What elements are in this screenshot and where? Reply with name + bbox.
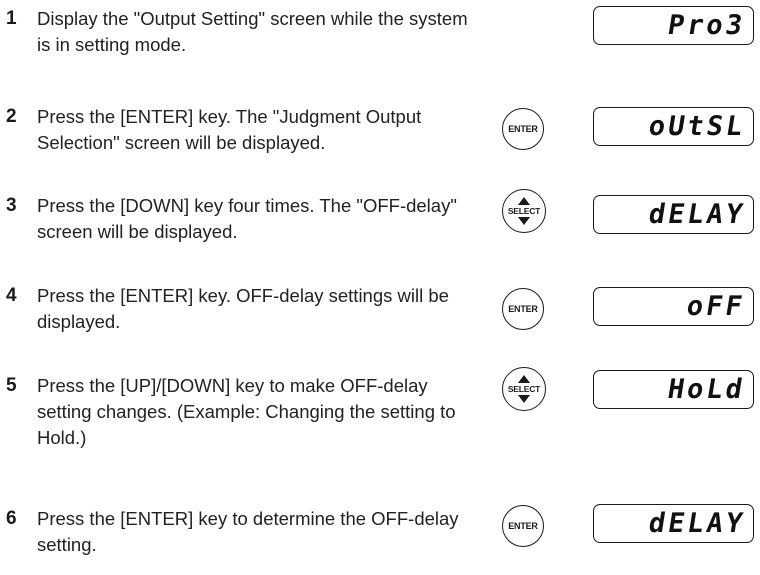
step-number: 3 (6, 195, 17, 216)
step-instruction: Press the [DOWN] key four times. The "OF… (37, 195, 457, 242)
key-label: ENTER (508, 304, 538, 314)
lcd-display-text: dELAY (646, 508, 748, 539)
step-instruction: Display the "Output Setting" screen whil… (37, 8, 468, 55)
step-number: 2 (6, 106, 17, 127)
lcd-display-text: Pro3 (665, 10, 748, 41)
key-label: ENTER (508, 521, 538, 531)
lcd-display-panel: HoLd (593, 370, 754, 409)
step-instruction: Press the [ENTER] key. OFF-delay setting… (37, 285, 449, 332)
step-number: 5 (6, 375, 17, 396)
up-arrow-icon (518, 197, 530, 205)
key-label: SELECT (507, 384, 541, 394)
down-arrow-icon (518, 217, 530, 225)
lcd-display-panel: dELAY (593, 195, 754, 234)
lcd-display-text: oFF (684, 291, 748, 322)
step-number: 1 (6, 8, 17, 29)
key-label: SELECT (507, 206, 541, 216)
step-instruction: Press the [ENTER] key to determine the O… (37, 508, 459, 555)
step-instruction: Press the [ENTER] key. The "Judgment Out… (37, 106, 422, 153)
step-instruction: Press the [UP]/[DOWN] key to make OFF-de… (37, 375, 456, 448)
down-arrow-icon (518, 395, 530, 403)
step-number: 4 (6, 285, 17, 306)
lcd-display-text: oUtSL (646, 111, 748, 142)
enter-key-icon: ENTER (502, 108, 544, 150)
select-key-icon: SELECT (502, 367, 546, 411)
enter-key-icon: ENTER (502, 288, 544, 330)
key-label: ENTER (508, 124, 538, 134)
lcd-display-panel: Pro3 (593, 6, 754, 45)
lcd-display-panel: dELAY (593, 504, 754, 543)
enter-key-icon: ENTER (502, 505, 544, 547)
lcd-display-panel: oFF (593, 287, 754, 326)
select-key-icon: SELECT (502, 189, 546, 233)
up-arrow-icon (518, 375, 530, 383)
lcd-display-text: HoLd (665, 374, 748, 405)
lcd-display-text: dELAY (646, 199, 748, 230)
step-number: 6 (6, 508, 17, 529)
lcd-display-panel: oUtSL (593, 107, 754, 146)
